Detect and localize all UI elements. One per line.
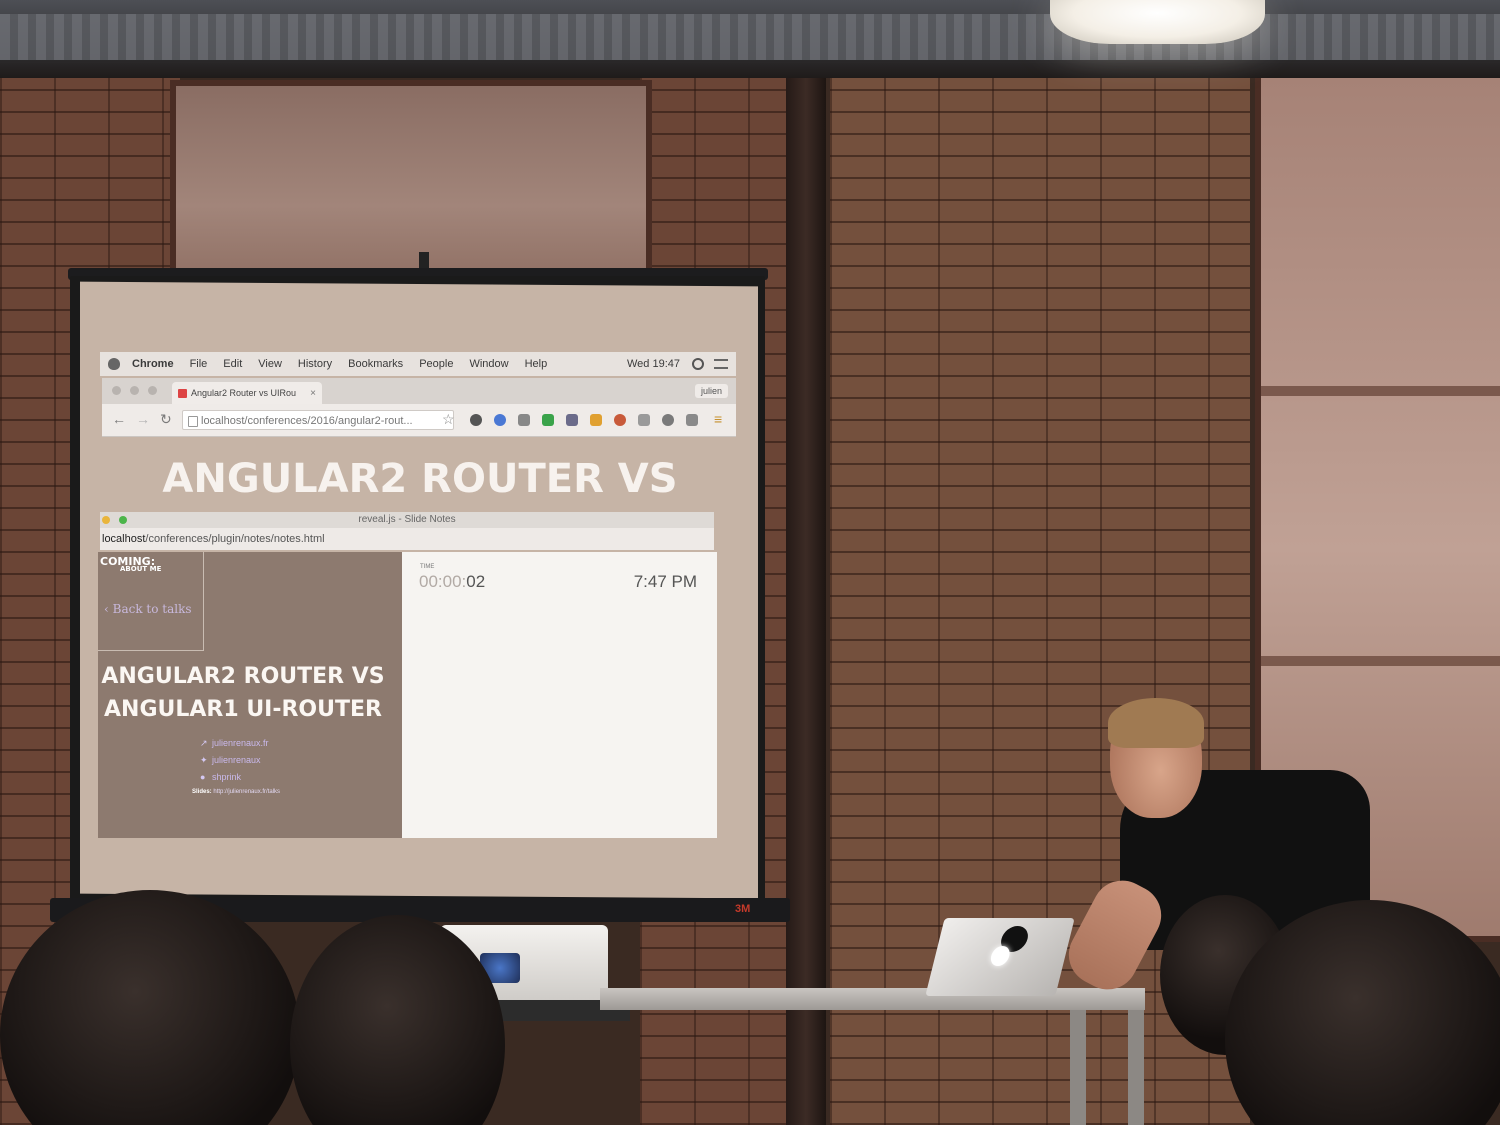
- notes-url-host: localhost: [102, 533, 146, 545]
- notes-window-title: reveal.js - Slide Notes: [358, 514, 456, 525]
- menu-history[interactable]: History: [298, 358, 332, 370]
- twitter-link[interactable]: ✦ julienrenaux: [200, 752, 269, 769]
- notes-window-titlebar: reveal.js - Slide Notes: [100, 512, 714, 528]
- menu-help[interactable]: Help: [525, 358, 548, 370]
- apple-logo-icon: [988, 946, 1012, 966]
- back-window-left: [170, 80, 652, 292]
- window-close-button[interactable]: [112, 386, 121, 395]
- extension-chrome-icon[interactable]: [614, 414, 626, 426]
- extension-shield-icon[interactable]: [566, 414, 578, 426]
- forward-arrow-icon[interactable]: →: [136, 412, 150, 426]
- back-to-talks-link[interactable]: ‹ Back to talks: [104, 602, 192, 616]
- current-slide-preview: COMING: ABOUT ME ‹ Back to talks ANGULAR…: [98, 552, 402, 838]
- presenter-table: [600, 988, 1145, 1010]
- extension-feed-icon[interactable]: [686, 414, 698, 426]
- wall-clock: 7:47 PM: [633, 572, 697, 591]
- website-link[interactable]: ↗ julienrenaux.fr: [200, 735, 269, 752]
- apple-icon: [108, 358, 120, 370]
- slide-title: ANGULAR2 ROUTER VS: [162, 456, 678, 502]
- tab-title: Angular2 Router vs UIRou: [191, 388, 297, 398]
- back-arrow-icon[interactable]: ←: [112, 412, 126, 426]
- address-bar[interactable]: localhost/conferences/2016/angular2-rout…: [182, 410, 454, 430]
- notes-minimize-button[interactable]: [102, 516, 110, 524]
- screen-brand-logo: 3M: [735, 903, 751, 915]
- menu-hamburger-icon[interactable]: ≡: [714, 412, 722, 426]
- menu-chrome[interactable]: Chrome: [132, 358, 174, 370]
- drain-pipe: [786, 78, 826, 1125]
- notes-url-bar[interactable]: localhost/conferences/plugin/notes/notes…: [100, 528, 714, 550]
- profile-button[interactable]: julien: [694, 384, 728, 398]
- window-zoom-button[interactable]: [148, 386, 157, 395]
- notification-center-icon[interactable]: [714, 359, 728, 369]
- window-minimize-button[interactable]: [130, 386, 139, 395]
- room-photo: Chrome File Edit View History Bookmarks …: [0, 0, 1500, 1125]
- extension-grid-icon[interactable]: [518, 414, 530, 426]
- twitter-bird-icon: ✦: [200, 755, 208, 765]
- external-link-icon: ↗: [200, 738, 208, 748]
- menu-bookmarks[interactable]: Bookmarks: [348, 358, 403, 370]
- talk-title: ANGULAR2 ROUTER VS ANGULAR1 UI-ROUTER: [101, 664, 385, 722]
- author-links: ↗ julienrenaux.fr ✦ julienrenaux ● shprink: [200, 735, 269, 786]
- tab-favicon-icon: [178, 388, 187, 398]
- air-duct: [0, 14, 1500, 63]
- slides-url[interactable]: Slides: http://julienrenaux.fr/talks: [192, 789, 280, 795]
- menu-people[interactable]: People: [419, 358, 453, 370]
- about-me-label: ABOUT ME: [120, 565, 162, 573]
- settings-gear-icon[interactable]: [470, 414, 482, 426]
- notes-zoom-button[interactable]: [119, 516, 127, 524]
- menu-edit[interactable]: Edit: [223, 358, 242, 370]
- notes-url-path: /conferences/plugin/notes/notes.html: [145, 533, 325, 545]
- menu-view[interactable]: View: [258, 358, 282, 370]
- menu-file[interactable]: File: [190, 358, 208, 370]
- time-label: TIME: [420, 564, 435, 570]
- browser-tab[interactable]: Angular2 Router vs UIRou ×: [172, 382, 322, 404]
- github-icon: ●: [200, 772, 206, 782]
- extension-box-icon[interactable]: [638, 414, 650, 426]
- ceiling-lamp: [1050, 0, 1265, 44]
- upcoming-slide-box: COMING: ABOUT ME ‹ Back to talks: [98, 552, 204, 651]
- bookmark-star-icon[interactable]: ☆: [442, 412, 455, 426]
- elapsed-timer[interactable]: 00:00:02: [419, 572, 485, 592]
- extension-blue-icon[interactable]: [494, 414, 506, 426]
- browser-toolbar: ← → ↻ localhost/conferences/2016/angular…: [102, 404, 736, 437]
- extension-green-icon[interactable]: [542, 414, 554, 426]
- table-leg: [1128, 1010, 1144, 1125]
- reload-icon[interactable]: ↻: [160, 412, 172, 426]
- table-leg: [1070, 1010, 1086, 1125]
- menubar-clock: Wed 19:47: [626, 358, 680, 370]
- tab-close-icon[interactable]: ×: [310, 388, 316, 399]
- presenter-hair: [1108, 698, 1204, 748]
- extension-orange-icon[interactable]: [590, 414, 602, 426]
- menu-window[interactable]: Window: [469, 358, 508, 370]
- extension-circle-icon[interactable]: [662, 414, 674, 426]
- laptop: [925, 918, 1075, 996]
- mac-menubar: Chrome File Edit View History Bookmarks …: [100, 352, 736, 376]
- notes-timer-panel: TIME 00:00:02 7:47 PM: [402, 552, 717, 838]
- browser-tab-strip: Angular2 Router vs UIRou × julien: [102, 378, 736, 404]
- spotlight-search-icon[interactable]: [692, 358, 704, 370]
- github-link[interactable]: ● shprink: [200, 769, 269, 786]
